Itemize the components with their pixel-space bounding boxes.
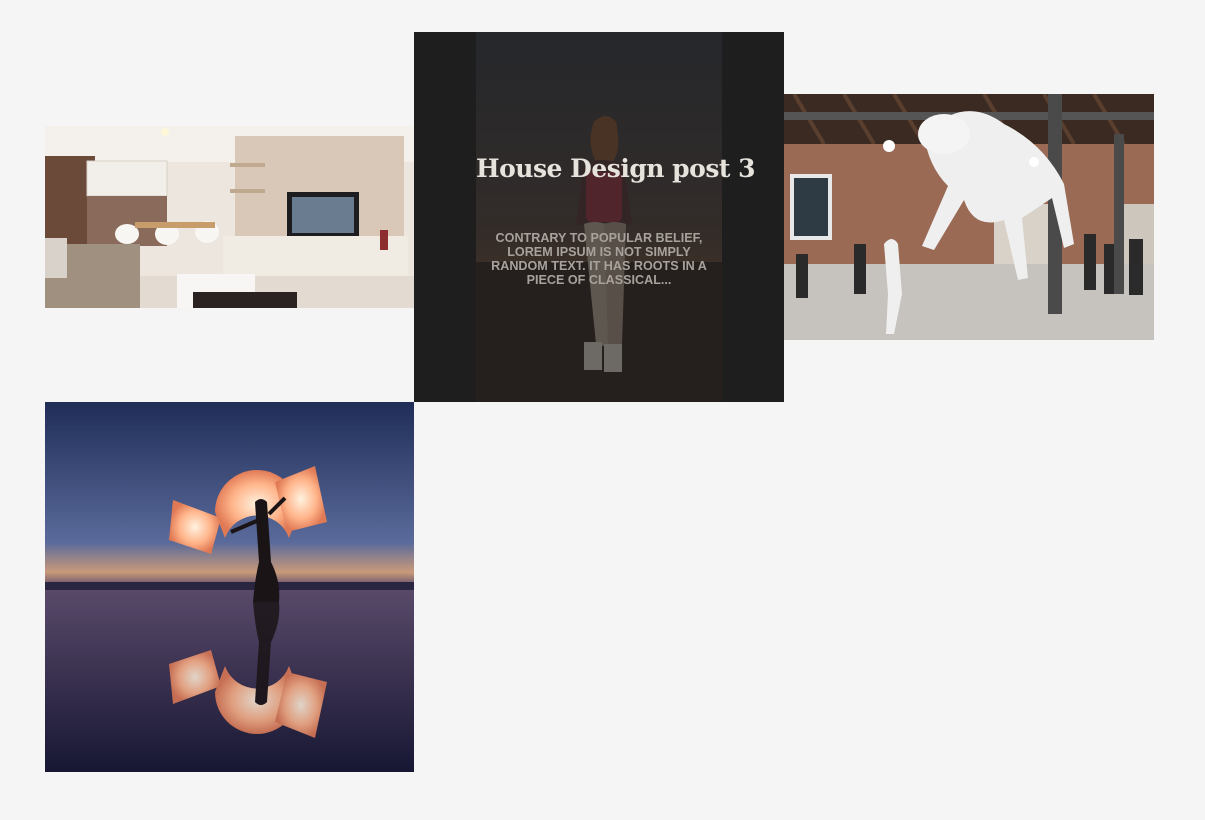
post-title[interactable]: House Design post 3 bbox=[476, 154, 756, 183]
white-horse-sculpture-gallery-photo bbox=[784, 94, 1154, 340]
post-card-4[interactable] bbox=[45, 402, 414, 772]
light-painting-on-beach-photo bbox=[45, 402, 414, 772]
post-card-3[interactable]: House Design post 3 Contrary to popular … bbox=[414, 32, 784, 402]
post-card-2[interactable] bbox=[784, 94, 1154, 340]
interior-living-room-photo bbox=[45, 126, 414, 308]
post-excerpt: Contrary to popular belief, Lorem Ipsum … bbox=[491, 231, 707, 287]
post-caption: House Design post 3 Contrary to popular … bbox=[476, 32, 756, 402]
post-card-1[interactable] bbox=[45, 126, 414, 308]
